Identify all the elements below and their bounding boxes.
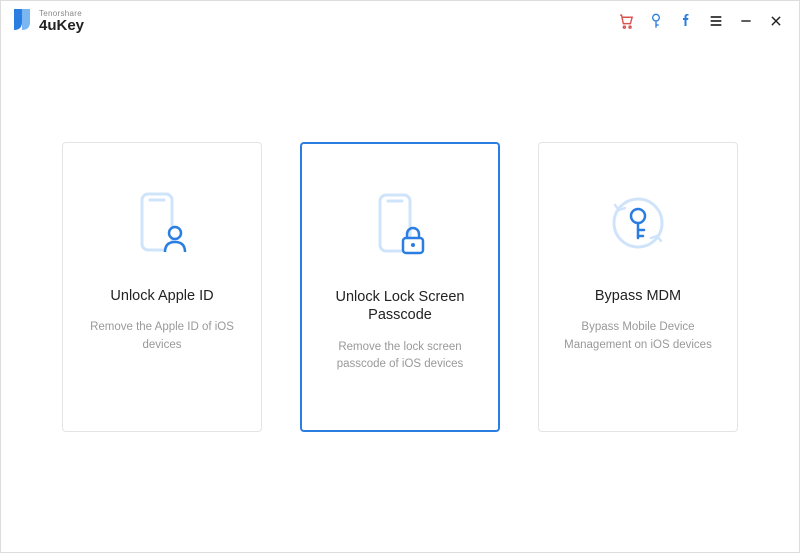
card-unlock-apple-id[interactable]: Unlock Apple ID Remove the Apple ID of i…	[62, 142, 262, 432]
cart-icon[interactable]	[617, 12, 635, 30]
card-title: Unlock Lock Screen Passcode	[320, 288, 480, 326]
phone-user-icon	[132, 187, 192, 259]
card-title: Bypass MDM	[595, 287, 681, 306]
card-title: Unlock Apple ID	[110, 287, 213, 306]
card-bypass-mdm[interactable]: Bypass MDM Bypass Mobile Device Manageme…	[538, 142, 738, 432]
card-desc: Bypass Mobile Device Management on iOS d…	[557, 319, 719, 354]
card-desc: Remove the Apple ID of iOS devices	[81, 319, 243, 354]
window-controls	[617, 12, 785, 30]
brand-app: 4uKey	[39, 18, 84, 33]
menu-icon[interactable]	[707, 12, 725, 30]
main-content: Unlock Apple ID Remove the Apple ID of i…	[1, 41, 799, 552]
card-desc: Remove the lock screen passcode of iOS d…	[320, 339, 480, 374]
app-logo-icon	[11, 8, 33, 34]
bypass-key-icon	[605, 187, 671, 259]
brand: Tenorshare 4uKey	[11, 8, 84, 34]
brand-text: Tenorshare 4uKey	[39, 10, 84, 33]
phone-lock-icon	[370, 188, 430, 260]
facebook-icon[interactable]	[677, 12, 695, 30]
close-icon[interactable]	[767, 12, 785, 30]
key-icon[interactable]	[647, 12, 665, 30]
minimize-icon[interactable]	[737, 12, 755, 30]
titlebar: Tenorshare 4uKey	[1, 1, 799, 41]
card-unlock-lock-screen[interactable]: Unlock Lock Screen Passcode Remove the l…	[300, 142, 500, 432]
